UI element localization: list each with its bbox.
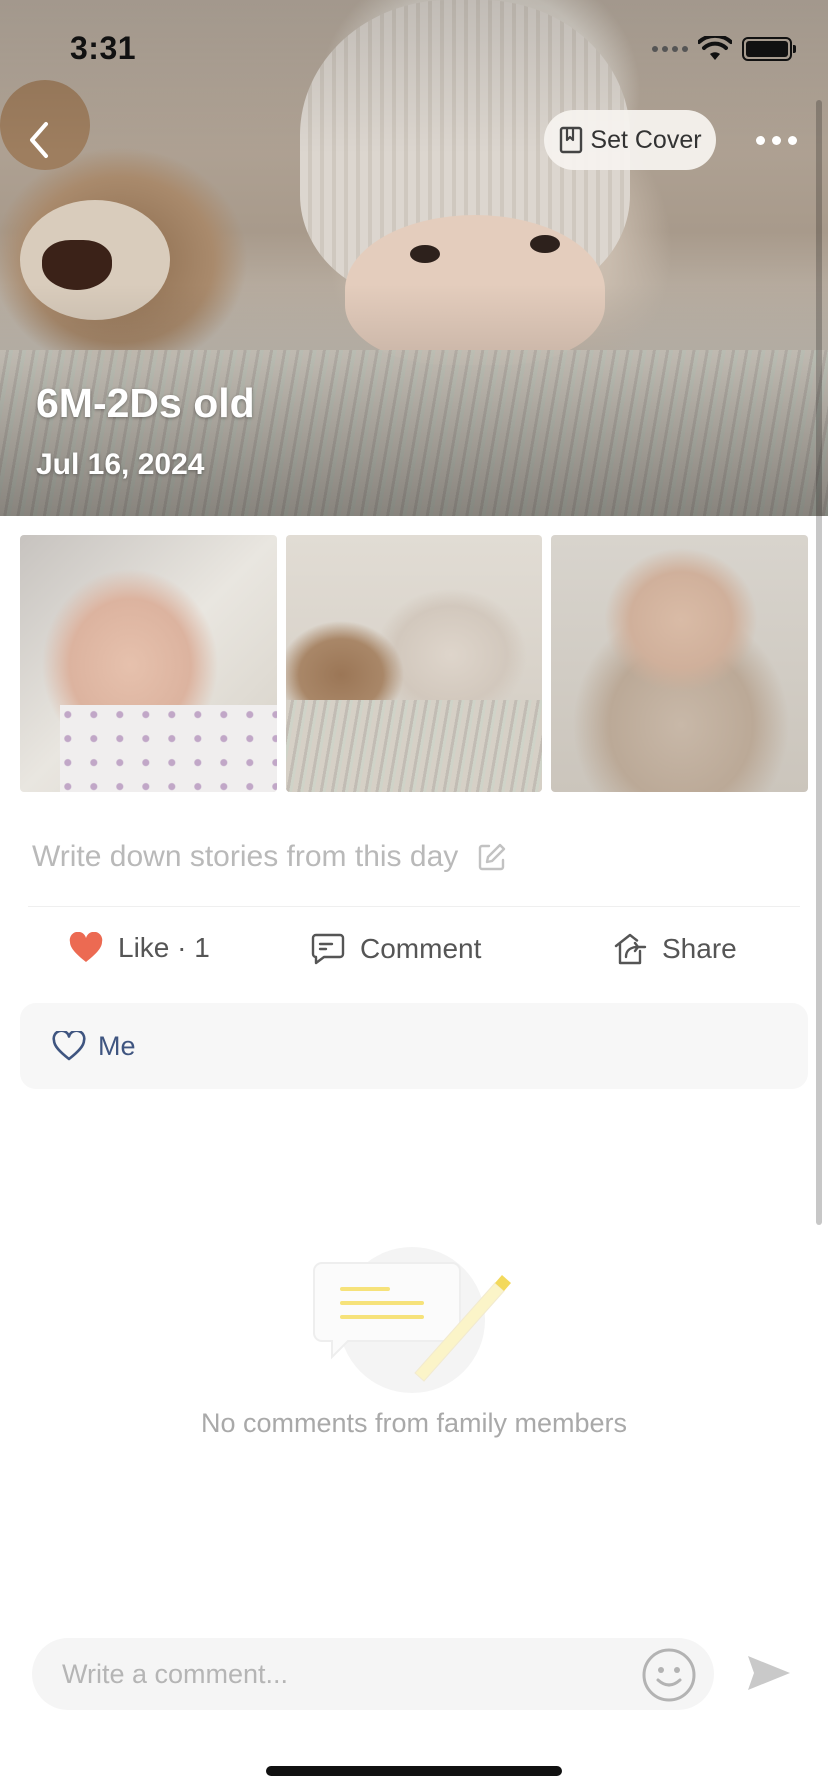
bookmark-icon xyxy=(560,126,583,154)
action-bar: Like · 1 Comment Share xyxy=(0,932,828,976)
status-bar: 3:31 xyxy=(0,0,828,100)
smiley-icon xyxy=(642,1648,696,1702)
scrollbar[interactable] xyxy=(816,100,822,1225)
share-house-icon xyxy=(614,933,647,965)
comment-button[interactable]: Comment xyxy=(310,932,481,966)
no-comments-illustration xyxy=(313,1247,511,1393)
age-title: 6M-2Ds old xyxy=(36,380,255,426)
share-label: Share xyxy=(662,933,737,964)
heart-filled-icon xyxy=(69,932,103,962)
chevron-left-icon xyxy=(30,122,48,158)
share-button[interactable]: Share xyxy=(612,932,737,966)
set-cover-label: Set Cover xyxy=(590,125,702,154)
photo-thumbnail[interactable] xyxy=(551,535,809,792)
chat-bubble-icon xyxy=(311,933,345,965)
divider xyxy=(28,906,800,907)
comment-input[interactable] xyxy=(32,1638,714,1710)
like-label: Like · 1 xyxy=(118,932,210,963)
comment-label: Comment xyxy=(360,933,482,964)
photo-thumbnail[interactable] xyxy=(20,535,277,792)
like-button[interactable]: Like · 1 xyxy=(68,932,210,964)
likes-list: Me xyxy=(20,1003,808,1089)
story-placeholder: Write down stories from this day xyxy=(32,840,459,873)
signal-icon xyxy=(652,46,688,52)
photo-grid xyxy=(20,535,809,792)
home-indicator xyxy=(266,1766,562,1776)
send-button[interactable] xyxy=(744,1648,794,1698)
wifi-icon xyxy=(698,36,732,60)
status-icons xyxy=(652,36,796,62)
back-button[interactable] xyxy=(20,118,60,162)
ellipsis-icon xyxy=(755,135,765,145)
emoji-button[interactable] xyxy=(640,1646,698,1704)
more-options-button[interactable] xyxy=(748,122,804,158)
post-date: Jul 16, 2024 xyxy=(36,448,205,481)
photo-thumbnail[interactable] xyxy=(285,535,543,792)
pencil-edit-icon xyxy=(479,843,506,871)
story-field[interactable]: Write down stories from this day xyxy=(32,840,508,874)
send-icon xyxy=(748,1656,790,1690)
set-cover-button[interactable]: Set Cover xyxy=(544,110,716,170)
status-time: 3:31 xyxy=(70,30,137,66)
heart-outline-icon xyxy=(52,1031,86,1061)
battery-icon xyxy=(742,37,796,61)
empty-comments-text: No comments from family members xyxy=(200,1408,628,1438)
liker-name[interactable]: Me xyxy=(98,1031,136,1062)
